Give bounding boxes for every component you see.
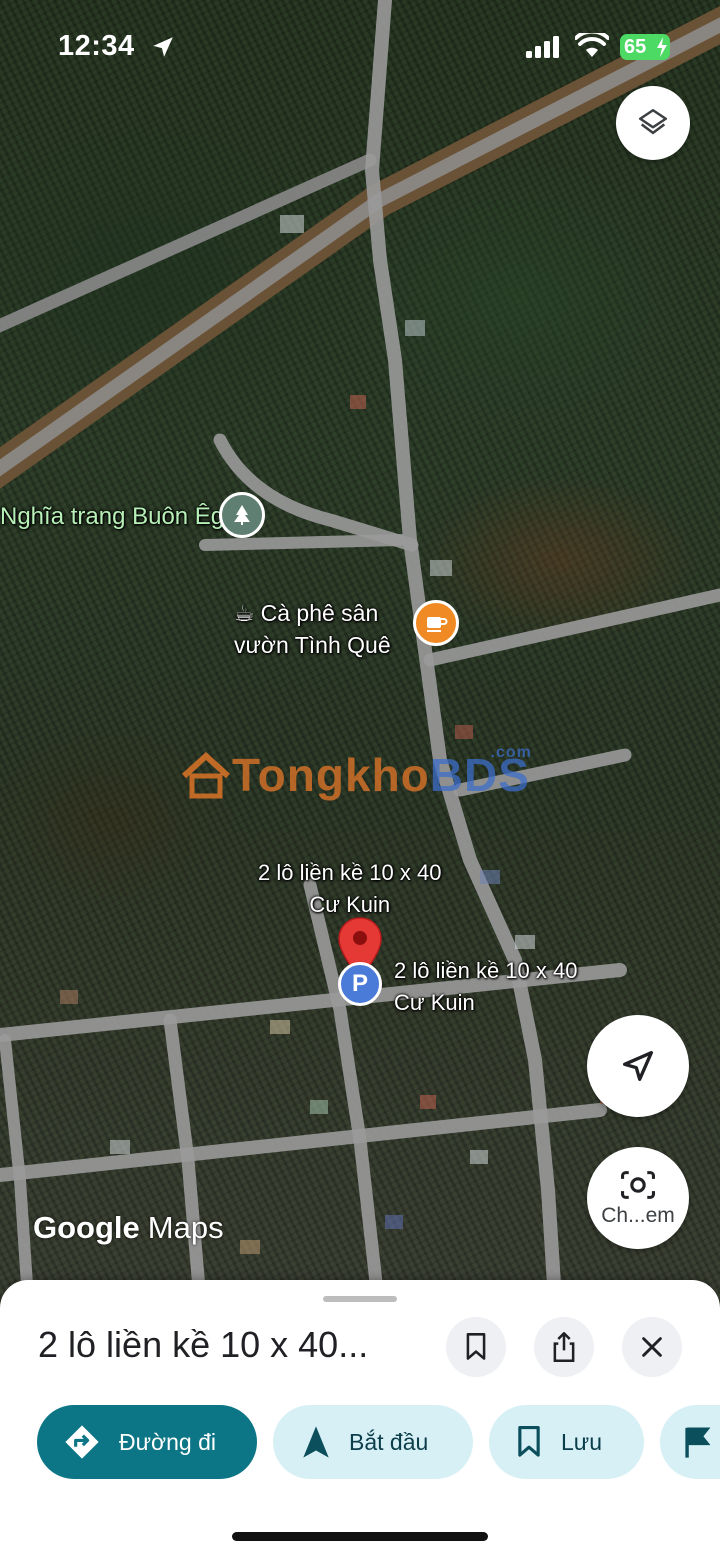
- my-location-button[interactable]: [587, 1015, 689, 1117]
- listing-label-top[interactable]: 2 lô liền kề 10 x 40 Cư Kuin: [258, 857, 441, 921]
- bookmark-icon: [466, 1333, 486, 1360]
- listing-label-side-line1: 2 lô liền kề 10 x 40: [394, 958, 578, 983]
- charging-bolt-icon: [657, 37, 667, 57]
- coffee-cup-icon: ☕: [234, 600, 255, 626]
- place-title: 2 lô liền kề 10 x 40...: [38, 1324, 369, 1365]
- cafe-pin[interactable]: [413, 600, 459, 646]
- more-action-chip[interactable]: [660, 1405, 720, 1479]
- save-label: Lưu: [561, 1428, 602, 1455]
- watermark-text-main: Tongkho: [232, 749, 430, 801]
- cemetery-label[interactable]: Nghĩa trang Buôn Êga: [0, 503, 238, 531]
- cafe-label-line2: vườn Tình Quê: [234, 632, 391, 658]
- location-arrow-icon: [153, 37, 173, 57]
- save-button[interactable]: Lưu: [489, 1405, 644, 1479]
- action-chips-row[interactable]: Đường đi Bắt đầu Lưu: [0, 1405, 720, 1481]
- house-logo-icon: [181, 751, 231, 799]
- close-button[interactable]: [622, 1317, 682, 1377]
- close-icon: [642, 1337, 662, 1357]
- listing-label-top-line1: 2 lô liền kề 10 x 40: [258, 860, 442, 885]
- listing-label-side[interactable]: 2 lô liền kề 10 x 40 Cư Kuin: [394, 955, 577, 1019]
- share-button[interactable]: [534, 1317, 594, 1377]
- parking-pin[interactable]: P: [338, 962, 382, 1006]
- directions-icon: [65, 1425, 99, 1459]
- flag-icon: [685, 1427, 711, 1458]
- navigation-icon: [303, 1426, 329, 1458]
- start-label: Bắt đầu: [349, 1428, 429, 1455]
- home-indicator[interactable]: [232, 1532, 488, 1541]
- camera-search-button[interactable]: Ch...em: [587, 1147, 689, 1249]
- cellular-signal-icon: [526, 36, 559, 58]
- cafe-icon: [427, 617, 448, 632]
- google-logo-text: Google: [33, 1210, 140, 1245]
- maps-logo-text: Maps: [147, 1210, 224, 1245]
- cemetery-pin[interactable]: [219, 492, 265, 538]
- share-icon: [553, 1332, 575, 1362]
- wifi-icon: [575, 33, 609, 57]
- layers-icon: [638, 108, 668, 135]
- battery-indicator: 65: [620, 34, 670, 60]
- google-maps-logo: Google Maps: [33, 1210, 224, 1246]
- watermark: Tongkho BDS .com: [180, 744, 531, 802]
- directions-button[interactable]: Đường đi: [37, 1405, 257, 1479]
- camera-search-label: Ch...em: [601, 1204, 675, 1227]
- start-navigation-button[interactable]: Bắt đầu: [273, 1405, 473, 1479]
- place-bottom-sheet[interactable]: 2 lô liền kề 10 x 40... Đường đi Bắt đầu…: [0, 1280, 720, 1557]
- battery-level: 65: [624, 36, 647, 58]
- sheet-drag-handle[interactable]: [323, 1296, 397, 1302]
- listing-label-side-line2: Cư Kuin: [394, 990, 475, 1015]
- status-bar: 12:34 65: [0, 0, 720, 96]
- status-time: 12:34: [58, 30, 135, 62]
- cafe-label-line1: Cà phê sân: [260, 600, 379, 626]
- layers-button[interactable]: [616, 86, 690, 160]
- cafe-label[interactable]: ☕ Cà phê sân vườn Tình Quê: [234, 597, 391, 661]
- watermark-suffix: .com: [490, 744, 532, 761]
- cemetery-icon: [234, 505, 250, 525]
- camera-search-icon: [621, 1171, 655, 1199]
- directions-label: Đường đi: [119, 1428, 216, 1455]
- save-bookmark-icon: [518, 1426, 540, 1457]
- parking-icon: P: [351, 970, 368, 997]
- bookmark-button[interactable]: [446, 1317, 506, 1377]
- navigation-arrow-icon: [623, 1051, 653, 1081]
- satellite-map[interactable]: 12:34 65 Nghĩa trang Buôn Êga ☕ Cà phê s…: [0, 0, 720, 1300]
